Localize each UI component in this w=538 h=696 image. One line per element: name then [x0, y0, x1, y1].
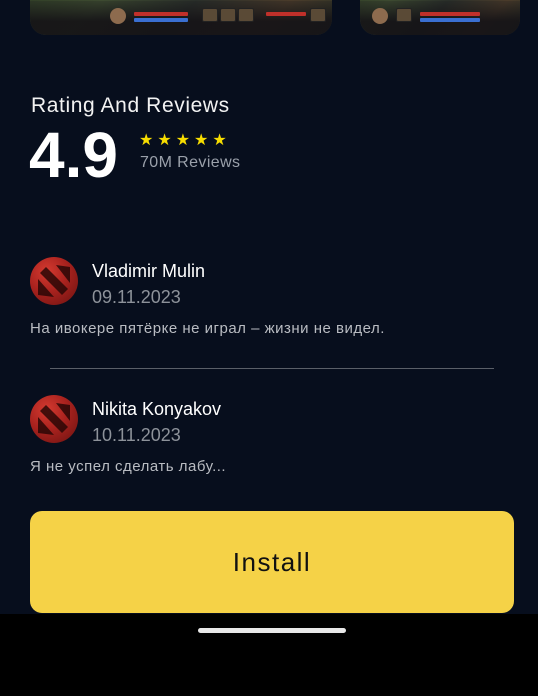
item-slot — [202, 8, 218, 22]
dota-logo-icon — [30, 257, 78, 305]
review-text: На ивокере пятёрке не играл – жизни не в… — [30, 320, 385, 337]
review-date: 10.11.2023 — [92, 425, 181, 445]
rating-section-title: Rating And Reviews — [31, 94, 230, 117]
screenshot-thumbnail-1[interactable] — [30, 0, 332, 35]
star-rating-icon: ★★★★★ — [139, 132, 231, 149]
mana-bar — [134, 18, 188, 22]
review-date: 09.11.2023 — [92, 287, 181, 307]
health-bar — [134, 12, 188, 16]
item-slot — [396, 8, 412, 22]
install-button[interactable]: Install — [30, 511, 514, 613]
hero-portrait — [110, 8, 126, 24]
screenshot-thumbnail-2[interactable] — [360, 0, 520, 35]
home-indicator[interactable] — [198, 628, 346, 633]
app-screen: Rating And Reviews 4.9 ★★★★★ 70M Reviews… — [0, 0, 538, 614]
reviews-count: 70M Reviews — [140, 154, 241, 171]
dota-logo-icon — [30, 395, 78, 443]
item-slot — [220, 8, 236, 22]
reviewer-name: Nikita Konyakov — [92, 399, 222, 419]
review-divider — [50, 368, 494, 369]
health-bar — [420, 12, 480, 16]
mana-bar — [420, 18, 480, 22]
rating-score: 4.9 — [29, 119, 118, 191]
item-slot — [238, 8, 254, 22]
health-bar — [266, 12, 306, 16]
item-slot — [310, 8, 326, 22]
review-text: Я не успел сделать лабу... — [30, 458, 227, 475]
hero-portrait — [372, 8, 388, 24]
reviewer-name: Vladimir Mulin — [92, 261, 206, 281]
